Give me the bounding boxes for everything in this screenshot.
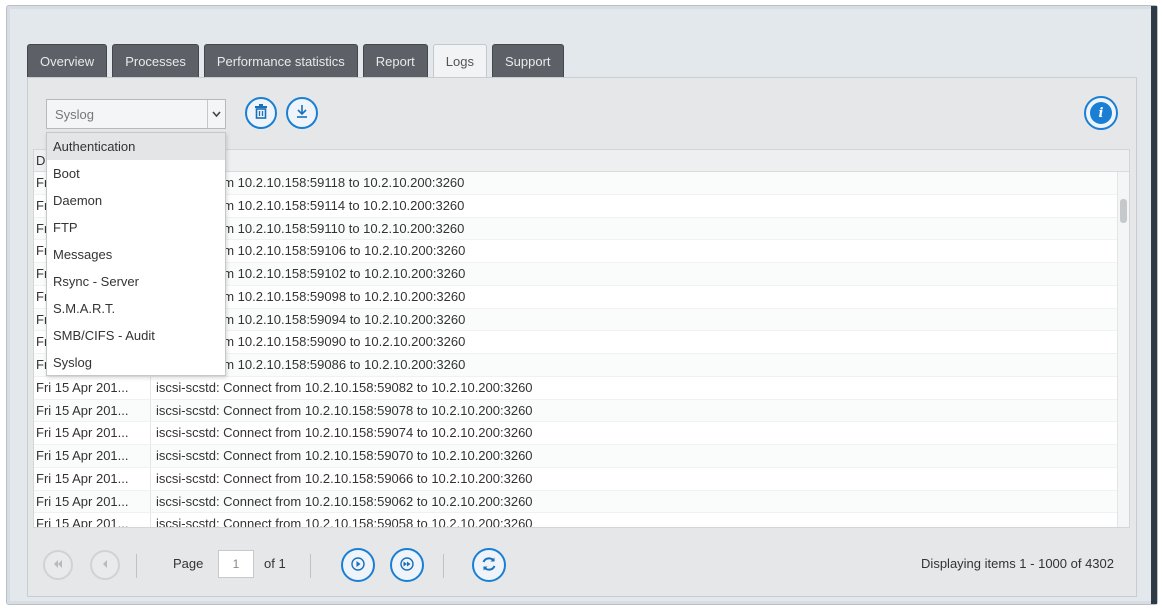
log-message-cell: iscsi-scstd: Connect from 10.2.10.158:59… [156,470,533,486]
log-message-cell: iscsi-scstd: Connect from 10.2.10.158:59… [156,379,533,395]
dropdown-option[interactable]: Boot [47,160,225,187]
dropdown-option[interactable]: Authentication [47,133,225,160]
log-message-cell: iscsi-scstd: Connect from 10.2.10.158:59… [156,493,533,509]
table-row[interactable]: Fri 15 Apr 201... iscsi-scstd: Connect fr… [34,399,1117,423]
next-page-icon [351,556,365,574]
tab-bar: Overview Processes Performance statistic… [27,44,564,78]
table-row[interactable]: Fri 15 Apr 201... iscsi-scstd: Connect fr… [34,490,1117,514]
column-header-message[interactable] [151,150,1129,171]
log-date-cell: Fri 15 Apr 201... [34,376,151,399]
log-message-cell: iscsi-scstd: Connect from 10.2.10.158:59… [156,516,533,528]
last-page-button[interactable] [390,548,424,582]
dropdown-option[interactable]: FTP [47,214,225,241]
page-number-input[interactable]: 1 [218,550,254,578]
prev-page-button[interactable] [90,550,120,580]
refresh-icon [480,555,498,576]
refresh-button[interactable] [472,548,506,582]
vertical-scrollbar[interactable] [1117,172,1129,527]
log-date-cell: Fri 15 Apr 201... [34,445,151,467]
clear-logs-button[interactable] [245,97,277,129]
log-message-cell: iscsi-scstd: Connect from 10.2.10.158:59… [156,402,533,418]
log-type-select[interactable]: Syslog [46,99,226,129]
dropdown-option[interactable]: Daemon [47,187,225,214]
display-info-text: Displaying items 1 - 1000 of 4302 [921,556,1114,571]
log-message-cell: iscsi-scstd: Connect from 10.2.10.158:59… [156,425,533,441]
table-row[interactable]: Fri 15 Apr 201... iscsi-scstd: Connect fr… [34,422,1117,445]
page-total-label: of 1 [264,556,286,571]
dropdown-option[interactable]: SMB/CIFS - Audit [47,322,225,349]
tab-support[interactable]: Support [492,44,564,78]
trash-icon [253,103,269,124]
log-date-cell: Fri 15 Apr 201... [34,490,151,513]
chevron-down-icon[interactable] [207,100,225,128]
log-date-cell: Fri 15 Apr 201... [34,467,151,490]
first-page-icon [52,558,64,572]
scrollbar-thumb[interactable] [1120,199,1127,223]
pager-divider [310,554,311,578]
pagination-bar: Page 1 of 1 Displaying items 1 - 1000 of… [28,532,1136,596]
download-logs-button[interactable] [286,97,318,129]
first-page-button[interactable] [43,550,73,580]
window-edge [1151,6,1157,604]
table-row[interactable]: Fri 15 Apr 201... iscsi-scstd: Connect fr… [34,513,1117,528]
info-icon: i [1090,102,1112,124]
dropdown-option[interactable]: S.M.A.R.T. [47,295,225,322]
tab-report[interactable]: Report [362,44,428,78]
dropdown-option[interactable]: Messages [47,241,225,268]
tab-performance-statistics[interactable]: Performance statistics [203,44,358,78]
log-date-cell: Fri 15 Apr 201... [34,422,151,444]
dropdown-option[interactable]: Rsync - Server [47,268,225,295]
info-button[interactable]: i [1084,96,1118,130]
log-date-cell: Fri 15 Apr 201... [34,513,151,527]
table-row[interactable]: Fri 15 Apr 201... iscsi-scstd: Connect fr… [34,467,1117,491]
tab-overview[interactable]: Overview [27,44,108,78]
download-icon [294,103,310,124]
logs-panel: Syslog i D Fr Connect from 10.2.10.158:59… [27,77,1137,597]
log-type-value: Syslog [55,106,95,122]
table-row[interactable]: Fri 15 Apr 201... iscsi-scstd: Connect fr… [34,376,1117,400]
log-type-dropdown: Authentication Boot Daemon FTP Messages Rsync… [46,132,226,376]
page-label: Page [173,556,204,571]
log-date-cell: Fri 15 Apr 201... [34,399,151,422]
prev-page-icon [100,558,110,572]
last-page-icon [400,556,414,574]
next-page-button[interactable] [341,548,375,582]
tab-logs[interactable]: Logs [432,44,487,78]
table-row[interactable]: Fri 15 Apr 201... iscsi-scstd: Connect fr… [34,445,1117,468]
tab-processes[interactable]: Processes [112,44,199,78]
pager-divider [443,554,444,578]
log-message-cell: iscsi-scstd: Connect from 10.2.10.158:59… [156,448,533,463]
dropdown-option[interactable]: Syslog [47,349,225,376]
pager-divider [136,554,137,578]
